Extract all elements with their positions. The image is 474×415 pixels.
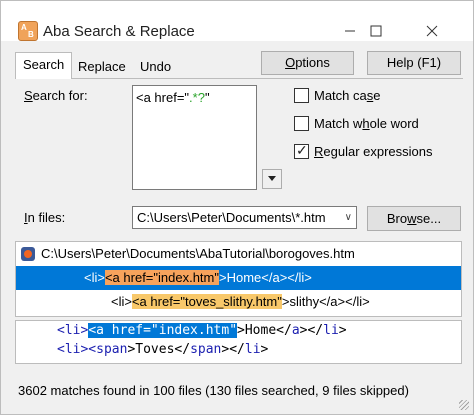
preview-token: li — [244, 342, 261, 357]
resize-grip-icon[interactable] — [459, 400, 469, 410]
options-button-label: Options — [285, 55, 330, 70]
preview-token: li — [323, 323, 339, 338]
chevron-down-icon — [268, 176, 276, 181]
app-window: A B Aba Search & Replace Search Replace … — [0, 0, 474, 415]
result-match-row[interactable]: <li><a href="toves_slithy.htm">slithy</a… — [16, 290, 461, 314]
search-history-dropdown[interactable] — [262, 169, 282, 189]
result-text-before: <li> — [111, 294, 132, 309]
preview-line-2: <li><span>Toves</span></li> — [57, 342, 268, 357]
result-file-row[interactable]: C:\Users\Peter\Documents\AbaTutorial\bor… — [16, 242, 461, 266]
match-whole-word-checkbox[interactable] — [294, 116, 309, 131]
in-files-combo[interactable]: C:\Users\Peter\Documents\*.htm ∨ — [132, 206, 357, 229]
options-button[interactable]: Options — [261, 51, 354, 75]
preview-match-highlight: <a href="index.htm" — [88, 323, 238, 338]
result-match-highlight: <a href="index.htm" — [104, 270, 219, 285]
in-files-label: In files: — [24, 210, 66, 225]
results-list[interactable]: C:\Users\Peter\Documents\AbaTutorial\bor… — [15, 241, 462, 317]
title-bar: A B Aba Search & Replace — [1, 1, 473, 41]
result-file-path: C:\Users\Peter\Documents\AbaTutorial\bor… — [41, 246, 355, 261]
match-case-label[interactable]: Match case — [314, 88, 380, 103]
regular-expressions-label[interactable]: Regular expressions — [314, 144, 433, 159]
browse-button[interactable]: Browse... — [367, 206, 461, 231]
preview-token: a — [291, 323, 300, 338]
app-logo-letter-a: A — [21, 23, 27, 32]
close-button[interactable] — [409, 17, 455, 45]
result-text-after: >slithy</a></li> — [281, 294, 370, 309]
result-match-highlight: <a href="toves_slithy.htm" — [131, 294, 282, 309]
preview-token: ></ — [299, 323, 324, 338]
preview-token: <li> — [57, 323, 89, 338]
help-button[interactable]: Help (F1) — [367, 51, 461, 75]
search-value-suffix: " — [204, 90, 210, 105]
result-text-after: >Home</a></li> — [219, 270, 312, 285]
tab-undo[interactable]: Undo — [133, 56, 178, 79]
search-value-prefix: <a href=" — [136, 90, 190, 105]
status-bar-text: 3602 matches found in 100 files (130 fil… — [18, 383, 409, 398]
maximize-icon — [370, 25, 382, 37]
search-input[interactable]: <a href=".*?" — [132, 85, 257, 190]
preview-token: > — [260, 342, 269, 357]
preview-token: ></ — [221, 342, 245, 357]
preview-token: span — [190, 342, 222, 357]
search-value-regex: .*? — [189, 90, 205, 105]
preview-token: > — [338, 323, 347, 338]
preview-token: >Toves</ — [127, 342, 191, 357]
window-title: Aba Search & Replace — [43, 23, 195, 40]
tab-replace[interactable]: Replace — [71, 56, 133, 79]
chevron-down-icon: ∨ — [344, 212, 352, 223]
match-whole-word-label[interactable]: Match whole word — [314, 116, 419, 131]
preview-token: span — [96, 342, 128, 357]
html-file-icon — [21, 247, 35, 261]
match-case-checkbox[interactable] — [294, 88, 309, 103]
result-match-row-selected[interactable]: <li><a href="index.htm">Home</a></li> — [16, 266, 461, 290]
maximize-button[interactable] — [353, 17, 399, 45]
preview-token: >Home</ — [237, 323, 292, 338]
tab-divider — [15, 78, 463, 79]
app-logo-icon: A B — [18, 21, 38, 41]
app-logo-letter-b: B — [28, 30, 34, 39]
preview-line-1: <li><a href="index.htm">Home</a></li> — [57, 323, 347, 338]
regular-expressions-checkbox[interactable] — [294, 142, 309, 159]
preview-pane[interactable]: <li><a href="index.htm">Home</a></li> <l… — [15, 320, 462, 364]
search-for-label: Search for: — [24, 88, 88, 103]
in-files-value: C:\Users\Peter\Documents\*.htm — [137, 210, 326, 225]
tab-search[interactable]: Search — [15, 52, 73, 79]
result-text-before: <li> — [84, 270, 105, 285]
close-icon — [426, 25, 438, 37]
preview-token: <li>< — [57, 342, 97, 357]
